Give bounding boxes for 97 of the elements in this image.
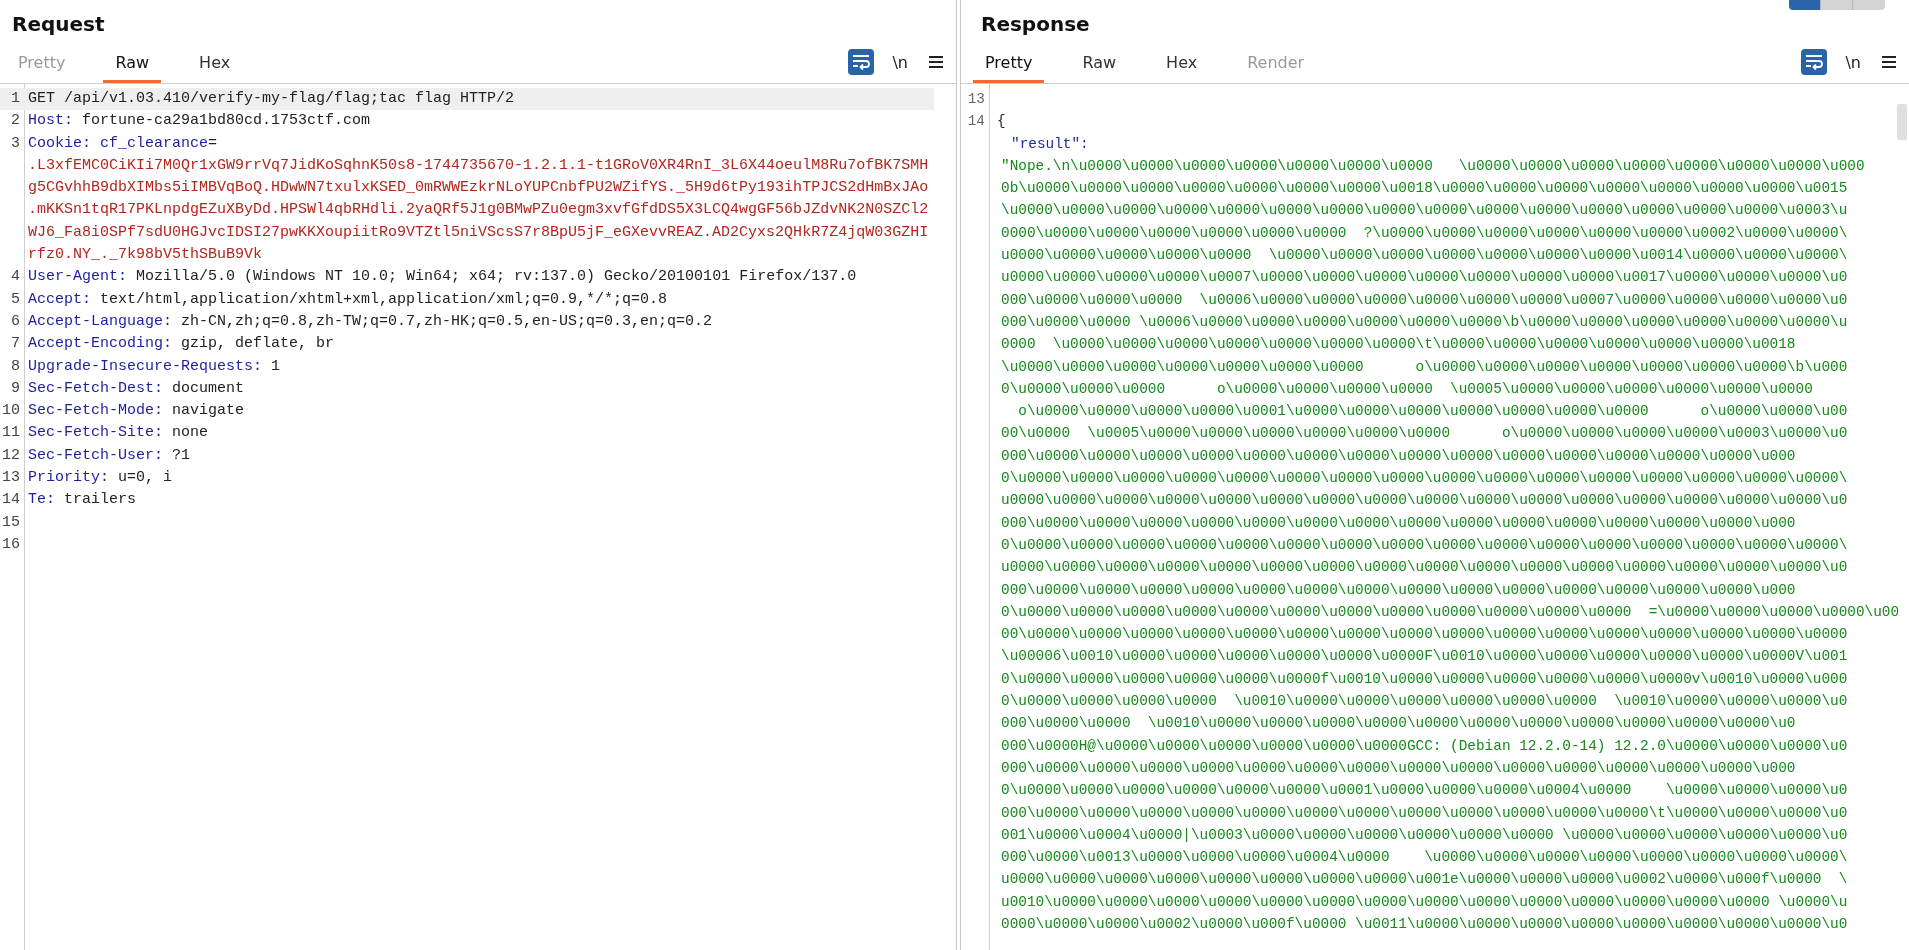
line-number: 13 — [2, 469, 20, 487]
header-name: Host: — [28, 112, 73, 130]
newline-toggle-button[interactable]: \n — [1841, 52, 1865, 72]
header-name: Accept-Language: — [28, 312, 173, 330]
json-string: 0000\u0000\u0000\u0000\u0000\u0000\u0000 ?\u0000\u0000\u0000\u0000\u0000\u0000\u0002\u0000\u0000\ — [1001, 224, 1848, 241]
json-string: 0\u0000\u0000\u0000\u0000\u0000\u0000f\u0010\u0000\u0000\u0000\u0000\u0000\u0000v\u0010\u0000\u000 — [1001, 670, 1848, 687]
cookie-value: rfz0.NY_._7k98bV5thSBuB9Vk — [28, 246, 263, 264]
equals-sign: = — [208, 134, 218, 152]
json-string: 000\u0000\u0000\u0000\u0000\u0000\u0000\u0000\u0000\u0000\u0000\u0000\u0000\u0000\u0000\u000 — [1001, 581, 1796, 598]
json-string: 000\u0000\u0000\u0000 \u0006\u0000\u0000\u0000\u0000\u0000\u0000\u0007\u0000\u0000\u0000\u0000\u0 — [1001, 291, 1848, 308]
cookie-value: g5CGvhhB9dbXIMbs5iIMBVqBoQ.HDwWN7txulxKSED_0mRWWEzkrNLoYUPCnbfPU2WZifYS._5H9d6tPy193ihTPJCS2dHmBxJAo — [28, 179, 929, 197]
header-name: Sec-Fetch-Dest: — [28, 379, 164, 397]
header-value: Mozilla/5.0 (Windows NT 10.0; Win64; x64; rv:137.0) Gecko/20100101 Firefox/137.0 — [136, 268, 857, 286]
json-string: 0\u0000\u0000\u0000\u0000\u0000\u0000\u0000\u0000\u0000\u0000\u0000\u0000\u0000\u0000\u0000\u0000\ — [1001, 470, 1848, 487]
header-value: navigate — [172, 402, 245, 420]
line-number: 3 — [11, 134, 20, 152]
line-number: 9 — [11, 379, 20, 397]
tab[interactable]: Raw — [1070, 47, 1129, 83]
json-string: 001\u0000\u0004\u0000|\u0003\u0000\u0000\u0000\u0000\u0000\u0000 \u0000\u0000\u0000\u0000\u0000\u0 — [1001, 826, 1848, 843]
newline-toggle-button[interactable]: \n — [888, 52, 912, 72]
cookie-value: .mKKSn1tqR17PKLnpdgEZuXByDd.HPSWl4qbRHdli.2yaQRf5J1g0BMwPZu0egm3xvfGfdDS5X3LCQ4wgGF56bJZdvNK2N0SZCl2 — [28, 201, 929, 219]
json-key: "result": — [1011, 135, 1089, 152]
json-string: 0\u0000\u0000\u0000 o\u0000\u0000\u0000\u0000 \u0005\u0000\u0000\u0000\u0000\u0000\u0000 — [1001, 380, 1813, 397]
header-value: document — [172, 379, 245, 397]
line-number: 11 — [2, 424, 20, 442]
line-number: 14 — [967, 113, 985, 130]
header-value: text/html,application/xhtml+xml,application/xml;q=0.9,*/*;q=0.8 — [100, 290, 668, 308]
header-name: Cookie: — [28, 134, 91, 152]
line-number: 2 — [11, 112, 20, 130]
json-string: o\u0000\u0000\u0000\u0000\u0001\u0000\u0000\u0000\u0000\u0000\u0000\u0000 o\u0000\u0000\u00 — [1017, 403, 1848, 420]
line-number: 15 — [2, 513, 20, 531]
json-string: u0000\u0000\u0000\u0000\u0000\u0000\u0000\u0000\u0000\u0000\u0000\u0000\u0000\u0000\u0000\u0000\u0 — [1001, 559, 1848, 576]
tab[interactable]: Hex — [187, 47, 243, 83]
json-string: 000\u0000\u0000\u0000\u0000\u0000\u0000\u0000\u0000\u0000\u0000\u0000\u0000\t\u0000\u0000\u0000\u0 — [1001, 804, 1848, 821]
tab[interactable]: Hex — [1154, 47, 1210, 83]
header-name: Priority: — [28, 469, 109, 487]
header-value: fortune-ca29a1bd80cd.1753ctf.com — [82, 112, 371, 130]
json-string: 000\u0000\u0000\u0000\u0000\u0000\u0000\u0000\u0000\u0000\u0000\u0000\u0000\u0000\u0000\u000 — [1001, 514, 1796, 531]
json-string: 0\u0000\u0000\u0000\u0000\u0000\u0000\u0000\u0000\u0000\u0000\u0000\u0000\u0000\u0000\u0000\u0000\ — [1001, 536, 1848, 553]
header-value: gzip, deflate, br — [181, 335, 335, 353]
line-number: 16 — [2, 535, 20, 553]
header-value: 1 — [271, 357, 281, 375]
json-string: u0000\u0000\u0000\u0000\u0000\u0000\u0000\u0000\u0000\u0000\u0000\u0000\u0000\u0000\u0000\u0000\u0 — [1001, 492, 1848, 509]
cookie-value: WJ6_Fa8i0SPf7sdU0HGJvcIDSI27pwKKXoupiitRo9VTZtl5niVScsS7r8BpU5jF_eGXevvREAZ.AD2Cyxs2QHkR7Z4jqW03GZHI — [28, 223, 929, 241]
line-number: 7 — [11, 335, 20, 353]
json-string: 0000\u0000\u0000\u0002\u0000\u000f\u0000 \u0011\u0000\u0000\u0000\u0000\u0000\u0000\u0000\u0000\u0 — [1001, 916, 1848, 932]
json-string: \u0000\u0000\u0000\u0000\u0000\u0000\u0000 o\u0000\u0000\u0000\u0000\u0000\u0000\u0000\b\u000 — [1001, 358, 1848, 375]
header-name: Sec-Fetch-Mode: — [28, 402, 164, 420]
line-number: 1 — [11, 90, 20, 107]
cookie-value: .L3xfEMC0CiKIi7M0Qr1xGW9rrVq7JidKoSqhnK50s8-1744735670-1.2.1.1-t1GRoV0XR4RnI_3L6X44oeulM8Ru7ofBK7SMH — [28, 156, 929, 174]
json-string: 0\u0000\u0000\u0000\u0000\u0000\u0000\u0001\u0000\u0000\u0000\u0004\u0000 \u0000\u0000\u0000\u0 — [1001, 782, 1848, 799]
header-value: ?1 — [172, 446, 191, 464]
header-name: Te: — [28, 491, 55, 509]
panel-title: Response — [980, 11, 1090, 36]
line-number: 14 — [2, 491, 20, 509]
json-string: 000\u0000\u0013\u0000\u0000\u0000\u0004\u0000 \u0000\u0000\u0000\u0000\u0000\u0000\u0000\u0000\ — [1001, 849, 1848, 866]
request-line-text: GET /api/v1.03.410/verify-my-flag/flag;tac flag HTTP/2 — [28, 90, 515, 107]
json-string: 0\u0000\u0000\u0000\u0000 \u0010\u0000\u0000\u0000\u0000\u0000\u0000 \u0010\u0000\u0000\u0000\u0 — [1001, 693, 1848, 709]
json-string: u0000\u0000\u0000\u0000\u0000 \u0000\u0000\u0000\u0000\u0000\u0000\u0000\u0014\u0000\u0000\u0000\ — [1001, 247, 1848, 264]
panel-title: Request — [11, 11, 105, 36]
line-number: 6 — [11, 312, 20, 330]
json-string: \u0000\u0000\u0000\u0000\u0000\u0000\u0000\u0000\u0000\u0000\u0000\u0000\u0000\u0000\u0000\u0003\u — [1001, 202, 1848, 219]
line-number: 13 — [967, 91, 985, 107]
json-string: 00\u0000 \u0005\u0000\u0000\u0000\u0000\u0000\u0000 o\u0000\u0000\u0000\u0000\u0003\u0000\u0 — [1001, 425, 1848, 442]
json-string: 000\u0000\u0000 \u0006\u0000\u0000\u0000\u0000\u0000\u0000\b\u0000\u0000\u0000\u0000\u0000\u0000\u — [1001, 313, 1848, 330]
json-string: \u00006\u0010\u0000\u0000\u0000\u0000\u0000\u0000F\u0010\u0000\u0000\u0000\u0000\u0000\u0000V\u001 — [1001, 648, 1848, 665]
json-string: "Nope.\n\u0000\u0000\u0000\u0000\u0000\u0000\u0000 \u0000\u0000\u0000\u0000\u0000\u0000\u0000\u000 — [1001, 157, 1865, 174]
line-number: 10 — [2, 402, 20, 420]
tab[interactable]: Pretty — [973, 47, 1045, 83]
line-number: 4 — [11, 268, 20, 286]
header-value: zh-CN,zh;q=0.8,zh-TW;q=0.7,zh-HK;q=0.5,en-US;q=0.3,en;q=0.2 — [181, 312, 713, 330]
json-string: 000\u0000H@\u0000\u0000\u0000\u0000\u0000\u0000GCC: (Debian 12.2.0-14) 12.2.0\u0000\u0000\u0000\u0 — [1001, 737, 1848, 754]
json-string: 0b\u0000\u0000\u0000\u0000\u0000\u0000\u0000\u0018\u0000\u0000\u0000\u0000\u0000\u0000\u0000\u0015 — [1001, 180, 1848, 197]
header-name: Sec-Fetch-User: — [28, 446, 164, 464]
line-number: 12 — [2, 446, 20, 464]
json-string: u0010\u0000\u0000\u0000\u0000\u0000\u0000\u0000\u0000\u0000\u0000\u0000\u0000\u0000\u0000 \u0000\u — [1001, 893, 1848, 910]
header-name: User-Agent: — [28, 268, 128, 286]
json-string: u0000\u0000\u0000\u0000\u0007\u0000\u0000\u0000\u0000\u0000\u0000\u0000\u0017\u0000\u0000\u0000\u0 — [1001, 269, 1848, 286]
json-string: 00\u0000\u0000\u0000\u0000\u0000\u0000\u0000\u0000\u0000\u0000\u0000\u0000\u0000\u0000\u0000\u0000 — [1001, 626, 1848, 643]
line-number: 8 — [11, 357, 20, 375]
header-name: Sec-Fetch-Site: — [28, 424, 164, 442]
header-value: trailers — [64, 491, 137, 509]
header-name: Accept-Encoding: — [28, 335, 173, 353]
header-value: u=0, i — [118, 469, 173, 487]
header-name: Upgrade-Insecure-Requests: — [28, 357, 263, 375]
json-string: 0\u0000\u0000\u0000\u0000\u0000\u0000\u0000\u0000\u0000\u0000\u0000\u0000 =\u0000\u0000\u0000\u0000\u00 — [1001, 603, 1900, 620]
header-value: none — [172, 424, 209, 442]
line-number: 5 — [11, 290, 20, 308]
json-brace: { — [997, 113, 1006, 130]
json-string: 000\u0000\u0000\u0000\u0000\u0000\u0000\u0000\u0000\u0000\u0000\u0000\u0000\u0000\u0000\u000 — [1001, 759, 1796, 776]
cookie-name: cf_clearance — [100, 134, 209, 152]
tab[interactable]: Raw — [103, 47, 162, 83]
json-string: u0000\u0000\u0000\u0000\u0000\u0000\u0000\u0000\u001e\u0000\u0000\u0000\u0002\u0000\u000f\u0000 \ — [1001, 871, 1848, 888]
json-string: 000\u0000\u0000 \u0010\u0000\u0000\u0000\u0000\u0000\u0000\u0000\u0000\u0000\u0000\u0000\u0 — [1001, 715, 1796, 732]
header-name: Accept: — [28, 290, 91, 308]
json-string: 000\u0000\u0000\u0000\u0000\u0000\u0000\u0000\u0000\u0000\u0000\u0000\u0000\u0000\u0000\u000 — [1001, 447, 1796, 464]
json-string: 0000 \u0000\u0000\u0000\u0000\u0000\u0000\u0000\t\u0000\u0000\u0000\u0000\u0000\u0000\u0018 — [1001, 336, 1796, 353]
